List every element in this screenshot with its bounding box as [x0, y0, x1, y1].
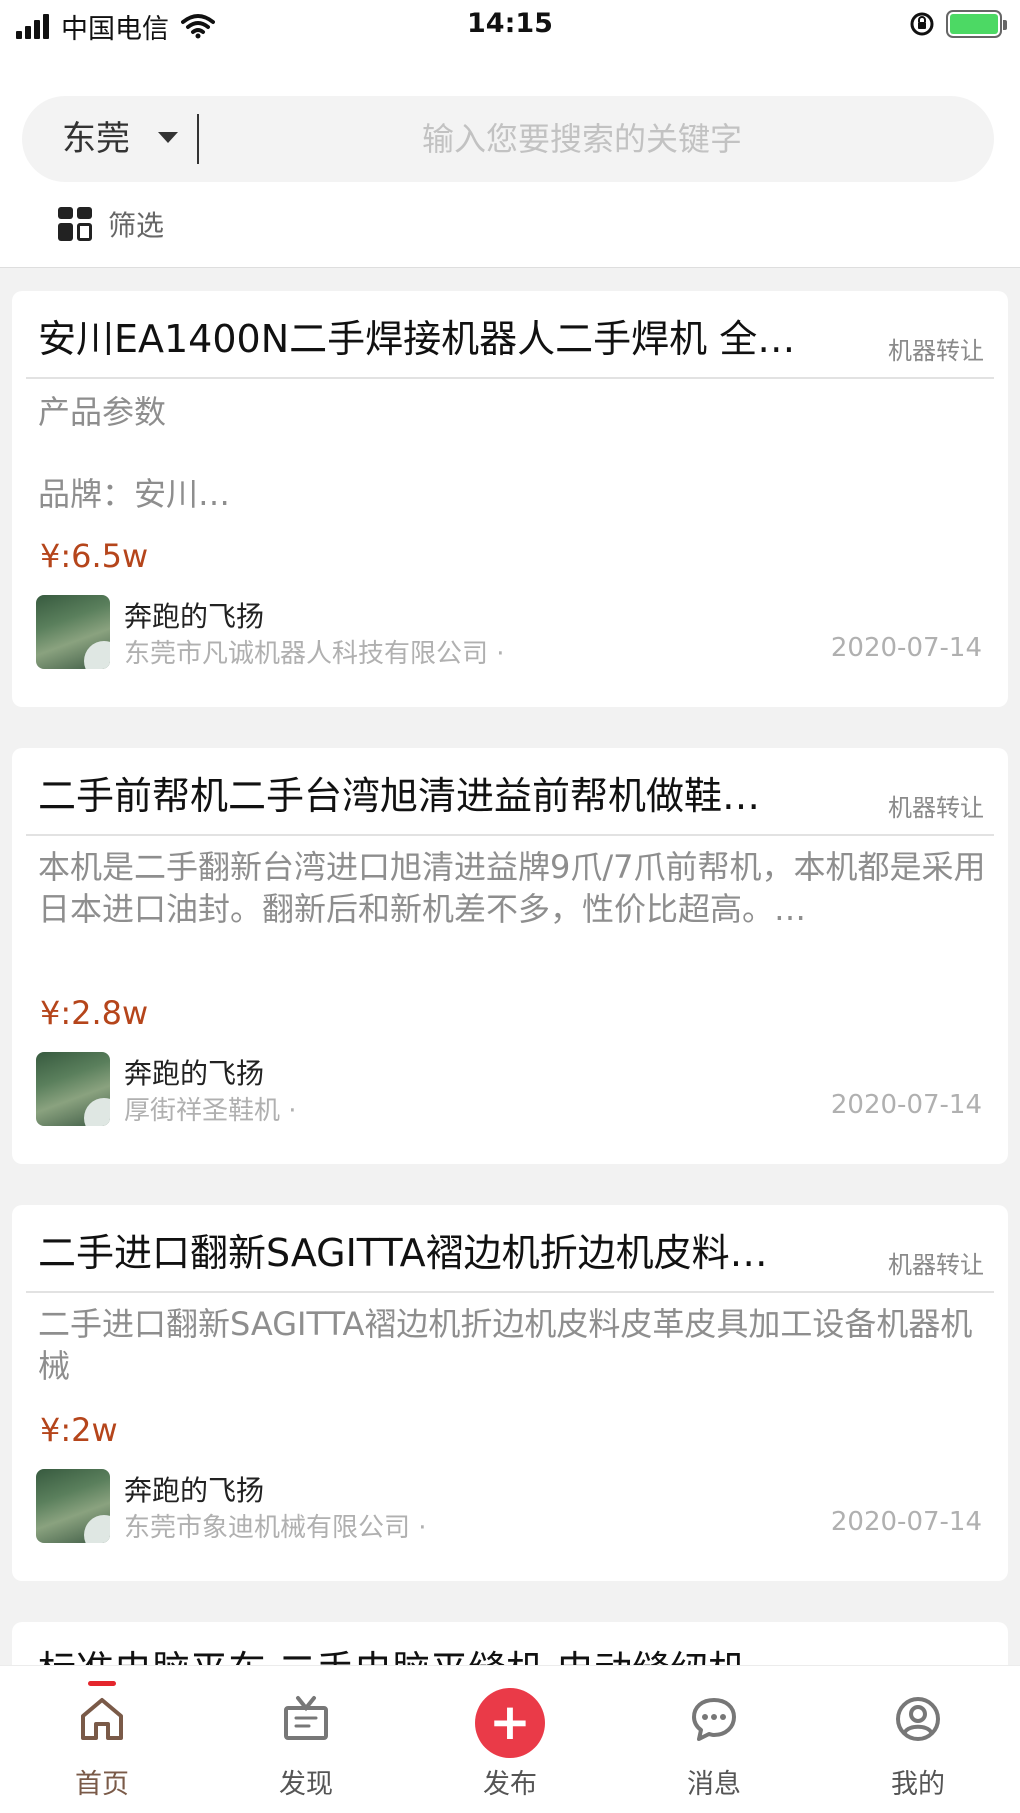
- plus-icon[interactable]: +: [475, 1688, 545, 1758]
- seller-company: 东莞市凡诚机器人科技有限公司 ·: [124, 639, 505, 669]
- listing-category-tag: 机器转让: [888, 794, 984, 822]
- status-bar-right: [908, 10, 1007, 38]
- listing-description: 二手进口翻新SAGITTA褶边机折边机皮料皮革皮具加工设备机器机械: [38, 1305, 973, 1385]
- tab-label: 消息: [687, 1769, 741, 1800]
- status-bar: 中国电信 14:15: [0, 0, 1020, 52]
- listing-title[interactable]: 安川EA1400N二手焊接机器人二手焊机 全…: [38, 313, 838, 365]
- post-date: 2020-07-14: [830, 1507, 982, 1537]
- tab-publish[interactable]: + 发布: [408, 1666, 612, 1813]
- listing-title[interactable]: 二手前帮机二手台湾旭清进益前帮机做鞋…: [38, 770, 838, 822]
- listing-category-tag: 机器转让: [888, 337, 984, 365]
- seller-company: 厚街祥圣鞋机 ·: [124, 1096, 297, 1126]
- listing-card[interactable]: 安川EA1400N二手焊接机器人二手焊机 全… 机器转让 产品参数 品牌：安川……: [12, 291, 1008, 707]
- seller-name[interactable]: 奔跑的飞扬: [124, 1052, 264, 1092]
- card-divider: [26, 377, 994, 379]
- listing-card[interactable]: 二手前帮机二手台湾旭清进益前帮机做鞋… 机器转让 本机是二手翻新台湾进口旭清进益…: [12, 748, 1008, 1164]
- listing-description: 本机是二手翻新台湾进口旭清进益牌9爪/7爪前帮机，本机都是采用日本进口油封。翻新…: [38, 848, 986, 928]
- post-date: 2020-07-14: [830, 633, 982, 663]
- filter-button[interactable]: 筛选: [58, 204, 164, 244]
- tab-label: 我的: [891, 1769, 945, 1800]
- listing-category-tag: 机器转让: [888, 1251, 984, 1279]
- tab-label: 发现: [279, 1769, 333, 1800]
- city-selector[interactable]: 东莞: [62, 96, 130, 182]
- filter-label: 筛选: [108, 209, 165, 242]
- orientation-lock-icon: [910, 12, 934, 36]
- tv-icon: [284, 1696, 328, 1740]
- listing-price: ¥:2w: [40, 1411, 118, 1449]
- listing-description-line: 产品参数: [38, 393, 167, 431]
- active-tab-indicator: [88, 1681, 116, 1686]
- tab-messages[interactable]: 消息: [612, 1666, 816, 1813]
- tab-profile[interactable]: 我的: [816, 1666, 1020, 1813]
- listing-card[interactable]: 二手进口翻新SAGITTA褶边机折边机皮料… 机器转让 二手进口翻新SAGITT…: [12, 1205, 1008, 1581]
- search-input[interactable]: [212, 96, 952, 182]
- clock: 14:15: [467, 8, 553, 39]
- listing-title[interactable]: 二手进口翻新SAGITTA褶边机折边机皮料…: [38, 1227, 838, 1279]
- card-divider: [26, 1291, 994, 1293]
- tab-label: 发布: [483, 1769, 537, 1800]
- user-icon: [896, 1697, 940, 1741]
- search-bar: 东莞: [22, 96, 994, 182]
- listing-price: ¥:2.8w: [40, 994, 149, 1032]
- chevron-down-icon[interactable]: [158, 132, 178, 143]
- seller-name[interactable]: 奔跑的飞扬: [124, 595, 264, 635]
- listing-price: ¥:6.5w: [40, 537, 149, 575]
- post-date: 2020-07-14: [830, 1090, 982, 1120]
- seller-avatar[interactable]: [36, 1052, 110, 1126]
- seller-name[interactable]: 奔跑的飞扬: [124, 1469, 264, 1509]
- tab-label: 首页: [75, 1769, 129, 1800]
- card-divider: [26, 834, 994, 836]
- grid-filter-icon: [58, 207, 92, 241]
- search-header: 东莞 筛选: [0, 52, 1020, 268]
- tab-discover[interactable]: 发现: [204, 1666, 408, 1813]
- battery-icon: [946, 10, 1007, 38]
- listing-description-line: 品牌：安川…: [38, 475, 231, 513]
- seller-company: 东莞市象迪机械有限公司 ·: [124, 1513, 427, 1543]
- tab-home[interactable]: 首页: [0, 1666, 204, 1813]
- bottom-tab-bar: 首页 发现 + 发布 消息 我的: [0, 1665, 1020, 1813]
- search-divider: [197, 114, 199, 164]
- seller-avatar[interactable]: [36, 595, 110, 669]
- home-icon: [81, 1698, 123, 1740]
- chat-bubble-icon: [692, 1698, 736, 1741]
- seller-avatar[interactable]: [36, 1469, 110, 1543]
